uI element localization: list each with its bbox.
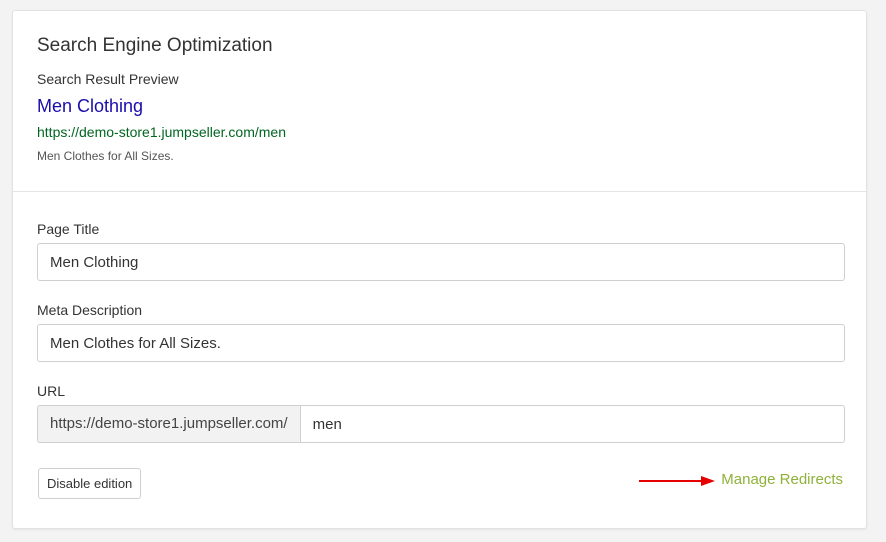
meta-description-label: Meta Description [37, 302, 143, 318]
page-title-input[interactable] [37, 243, 845, 281]
red-arrow-icon [639, 476, 715, 486]
url-prefix: https://demo-store1.jumpseller.com/ [37, 405, 300, 443]
preview-label: Search Result Preview [37, 71, 179, 87]
page-title-label: Page Title [37, 221, 100, 237]
url-slug-input[interactable] [299, 405, 845, 443]
preview-description: Men Clothes for All Sizes. [37, 149, 174, 163]
meta-description-input[interactable] [37, 324, 845, 362]
url-input-group: https://demo-store1.jumpseller.com/ [37, 405, 845, 443]
preview-title-link[interactable]: Men Clothing [37, 96, 143, 117]
seo-card: Search Engine Optimization Search Result… [12, 10, 867, 529]
manage-redirects-link[interactable]: Manage Redirects [721, 471, 843, 488]
preview-url: https://demo-store1.jumpseller.com/men [37, 124, 286, 140]
disable-edition-button[interactable]: Disable edition [38, 468, 142, 499]
search-result-preview-section: Search Engine Optimization Search Result… [13, 11, 866, 192]
section-title: Search Engine Optimization [37, 35, 273, 56]
url-label: URL [37, 383, 66, 399]
